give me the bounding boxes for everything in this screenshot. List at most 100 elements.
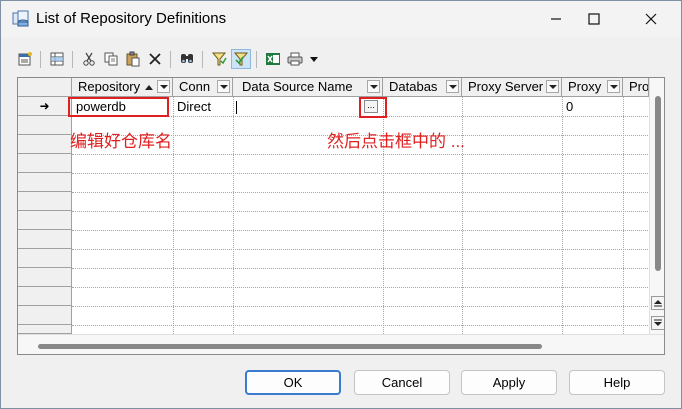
row-header[interactable] [18, 249, 72, 268]
horizontal-scroll-thumb[interactable] [38, 344, 542, 349]
maximize-button[interactable] [571, 1, 617, 37]
grid-line [233, 97, 234, 334]
row-header[interactable] [18, 268, 72, 287]
repository-app-icon [12, 10, 29, 27]
row-header[interactable] [18, 211, 72, 230]
help-button[interactable]: Help [569, 370, 665, 395]
column-header-data-source-name[interactable]: Data Source Name [233, 78, 383, 97]
print-button[interactable] [285, 49, 305, 69]
proxy-cell[interactable]: 0 [566, 98, 573, 116]
ok-button[interactable]: OK [245, 370, 341, 395]
column-header-conn[interactable]: Conn [173, 78, 233, 97]
delete-icon [149, 53, 161, 65]
dialog-window: List of Repository Definitions Repositor… [0, 0, 682, 409]
window-title: List of Repository Definitions [36, 10, 227, 27]
minimize-icon [551, 18, 561, 20]
print-icon [287, 52, 303, 66]
row-header[interactable] [18, 135, 72, 154]
copy-button[interactable] [101, 49, 121, 69]
grid-line [72, 230, 650, 231]
filter-active-icon [233, 52, 249, 66]
close-button[interactable] [628, 1, 674, 37]
find-button[interactable] [177, 49, 197, 69]
column-filter-dropdown[interactable] [157, 80, 170, 93]
grid-line [72, 268, 650, 269]
toolbar-separator [256, 51, 257, 68]
delete-button[interactable] [145, 49, 165, 69]
cut-button[interactable] [79, 49, 99, 69]
column-label: Repository [78, 79, 141, 94]
filter-active-button[interactable] [231, 49, 251, 69]
data-source-name-cell[interactable] [236, 98, 358, 116]
column-header-repository[interactable]: Repository [72, 78, 173, 97]
row-header[interactable] [18, 325, 72, 334]
column-filter-dropdown[interactable] [217, 80, 230, 93]
properties-icon [18, 52, 32, 66]
sort-ascending-icon [145, 85, 153, 90]
repository-grid: Repository Conn Data Source Name Databas… [17, 77, 665, 355]
grid-line [72, 211, 650, 212]
conn-cell[interactable]: Direct [177, 98, 211, 116]
row-header[interactable] [18, 192, 72, 211]
grid-line [72, 173, 650, 174]
row-header[interactable] [18, 173, 72, 192]
paste-button[interactable] [123, 49, 143, 69]
cancel-button[interactable]: Cancel [354, 370, 450, 395]
row-header[interactable] [18, 287, 72, 306]
toolbar-separator [170, 51, 171, 68]
column-filter-dropdown[interactable] [367, 80, 380, 93]
grid-line [72, 325, 650, 326]
excel-export-icon [266, 53, 280, 65]
scroll-up-icon [654, 300, 662, 307]
horizontal-scrollbar[interactable] [18, 334, 664, 354]
column-label: Proxy Server [468, 79, 544, 94]
print-options-dropdown[interactable] [307, 49, 321, 69]
grid-line [623, 97, 624, 334]
column-filter-dropdown[interactable] [546, 80, 559, 93]
scroll-down-icon [654, 319, 662, 326]
row-header[interactable] [18, 306, 72, 325]
annotation-highlight-repository-cell [68, 97, 169, 117]
scroll-down-button[interactable] [651, 316, 664, 330]
grid-line [562, 97, 563, 334]
column-header-proxy[interactable]: Proxy [562, 78, 623, 97]
current-row-arrow-icon: ➜ [39, 99, 50, 113]
row-header[interactable] [18, 154, 72, 173]
maximize-icon [588, 13, 600, 25]
column-header-proxy-server[interactable]: Proxy Server [462, 78, 562, 97]
grid-line [72, 306, 650, 307]
column-header-pro[interactable]: Pro [623, 78, 649, 97]
vertical-scrollbar[interactable] [649, 78, 664, 334]
copy-icon [104, 52, 118, 66]
title-bar: List of Repository Definitions [1, 1, 681, 37]
row-header[interactable] [18, 116, 72, 135]
scroll-up-button[interactable] [651, 296, 664, 310]
filter-icon [211, 52, 227, 66]
annotation-highlight-ellipsis-button [359, 97, 387, 118]
insert-row-button[interactable] [47, 49, 67, 69]
apply-button[interactable]: Apply [461, 370, 557, 395]
row-header[interactable] [18, 230, 72, 249]
filter-button[interactable] [209, 49, 229, 69]
column-header-database[interactable]: Databas [383, 78, 462, 97]
annotation-click-ellipsis: 然后点击框中的 ... [327, 132, 465, 151]
find-icon [181, 54, 193, 63]
column-filter-dropdown[interactable] [607, 80, 620, 93]
column-filter-dropdown[interactable] [446, 80, 459, 93]
row-header-current[interactable]: ➜ [18, 97, 72, 116]
excel-export-button[interactable] [263, 49, 283, 69]
column-label: Proxy [568, 79, 602, 94]
toolbar-separator [72, 51, 73, 68]
column-label: Conn [179, 79, 211, 94]
grid-line [72, 249, 650, 250]
grid-corner [18, 78, 72, 97]
cut-icon [83, 52, 95, 66]
close-icon [645, 13, 657, 25]
annotation-edit-repository-name: 编辑好仓库名 [70, 132, 172, 151]
column-label: Pro [629, 79, 649, 94]
grid-line [72, 154, 650, 155]
vertical-scroll-thumb[interactable] [655, 96, 661, 271]
properties-button[interactable] [15, 49, 35, 69]
insert-row-icon [50, 52, 64, 66]
column-label: Databas [389, 79, 438, 94]
